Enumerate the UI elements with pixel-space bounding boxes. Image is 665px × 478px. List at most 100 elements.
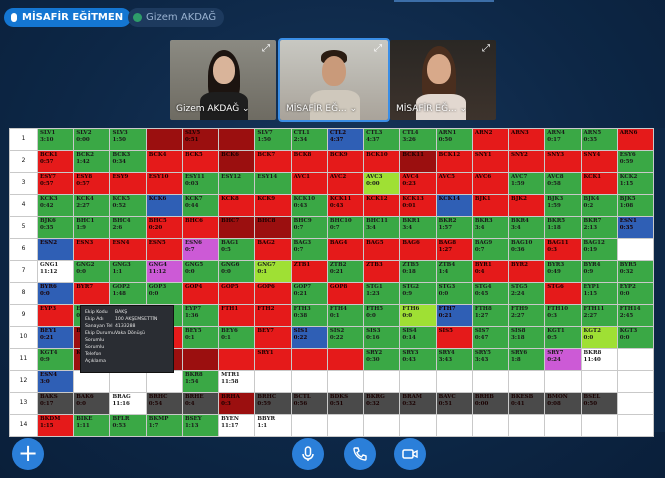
team-cell[interactable]: GOP8 xyxy=(326,282,365,305)
team-cell[interactable] xyxy=(435,370,473,393)
team-cell[interactable]: BKDM 1:15 xyxy=(36,414,75,437)
team-cell[interactable]: BKR1 3:4 xyxy=(399,216,437,239)
team-cell[interactable]: BEY7 xyxy=(254,326,292,349)
team-cell[interactable] xyxy=(326,348,365,371)
team-cell[interactable] xyxy=(109,370,147,393)
team-cell[interactable]: BYR1 0:4 xyxy=(471,260,510,283)
team-cell[interactable]: BCK1 0:57 xyxy=(36,150,75,173)
team-cell[interactable] xyxy=(399,414,437,437)
team-cell[interactable]: AVC4 0:23 xyxy=(399,172,437,195)
team-cell[interactable]: BYR6 0:0 xyxy=(36,282,75,305)
team-cell[interactable]: SRY4 3:43 xyxy=(435,348,473,371)
team-cell[interactable]: SRY6 1:8 xyxy=(508,348,546,371)
team-cell[interactable]: SRY7 0:24 xyxy=(544,348,582,371)
team-cell[interactable]: ZTB3 xyxy=(363,260,401,283)
team-cell[interactable]: ESY9 xyxy=(109,172,147,195)
team-cell[interactable]: BCK5 xyxy=(181,150,220,173)
team-cell[interactable]: BHC8 xyxy=(254,216,292,239)
team-cell[interactable]: BKR5 1:18 xyxy=(544,216,582,239)
team-cell[interactable] xyxy=(616,348,655,371)
team-cell[interactable]: ZTB5 0:18 xyxy=(399,260,437,283)
team-cell[interactable]: SLV1 3:10 xyxy=(36,128,75,151)
team-cell[interactable]: KCK11 0:43 xyxy=(326,194,365,217)
team-cell[interactable]: GOP4 xyxy=(181,282,220,305)
team-cell[interactable]: KGT1 0:5 xyxy=(544,326,582,349)
team-cell[interactable]: ESN5 xyxy=(145,238,183,261)
team-cell[interactable]: BHC6 xyxy=(181,216,220,239)
team-cell[interactable]: ESN4 xyxy=(109,238,147,261)
team-cell[interactable]: GNG3 1:1 xyxy=(109,260,147,283)
team-cell[interactable]: KCK12 xyxy=(363,194,401,217)
team-cell[interactable]: SIS2 0:22 xyxy=(326,326,365,349)
row-number[interactable]: 8 xyxy=(9,282,38,305)
team-cell[interactable]: BAG3 0:7 xyxy=(290,238,328,261)
team-cell[interactable]: AVC1 xyxy=(290,172,328,195)
team-cell[interactable]: SIS8 3:18 xyxy=(508,326,546,349)
row-number[interactable]: 10 xyxy=(9,326,38,349)
team-cell[interactable]: STG2 0:9 xyxy=(399,282,437,305)
team-cell[interactable]: FTH2 xyxy=(254,304,292,327)
team-cell[interactable]: STG4 0:45 xyxy=(471,282,510,305)
team-cell[interactable]: SRY5 3:43 xyxy=(471,348,510,371)
team-cell[interactable]: BCK12 xyxy=(435,150,473,173)
team-cell[interactable]: KGT4 0:9 xyxy=(36,348,75,371)
team-cell[interactable]: SIS3 0:16 xyxy=(363,326,401,349)
team-cell[interactable]: KCK13 0:01 xyxy=(399,194,437,217)
team-cell[interactable] xyxy=(544,370,582,393)
team-cell[interactable]: GNG2 0:0 xyxy=(73,260,111,283)
team-cell[interactable] xyxy=(580,414,618,437)
team-cell[interactable]: ZTB2 0:21 xyxy=(326,260,365,283)
team-cell[interactable]: ARN4 0:17 xyxy=(544,128,582,151)
team-cell[interactable]: BAK6 0:0 xyxy=(73,392,111,415)
team-cell[interactable]: BAVC 0:51 xyxy=(435,392,473,415)
team-cell[interactable]: AVC7 1:59 xyxy=(508,172,546,195)
team-cell[interactable]: KCK1 xyxy=(580,172,618,195)
team-cell[interactable] xyxy=(290,348,328,371)
team-cell[interactable]: FTH11 2:27 xyxy=(580,304,618,327)
team-cell[interactable]: BAG10 0:36 xyxy=(508,238,546,261)
team-cell[interactable]: BEY1 0:21 xyxy=(36,326,75,349)
team-cell[interactable]: BHC7 xyxy=(218,216,256,239)
team-cell[interactable]: BRHC 0:59 xyxy=(254,392,292,415)
team-cell[interactable]: ESN6 0:7 xyxy=(181,238,220,261)
team-cell[interactable] xyxy=(616,238,655,261)
team-cell[interactable]: KCK7 0:44 xyxy=(181,194,220,217)
team-cell[interactable]: BYR5 0:32 xyxy=(616,260,655,283)
team-cell[interactable]: GOP2 1:48 xyxy=(109,282,147,305)
expand-icon[interactable]: ⤢ xyxy=(261,44,271,54)
team-cell[interactable]: CTL1 2:34 xyxy=(290,128,328,151)
presenter-pill[interactable]: MİSAFİR EĞİTMEN xyxy=(4,8,132,27)
team-cell[interactable]: BKMP 1:7 xyxy=(145,414,183,437)
team-cell[interactable]: KCK10 0:43 xyxy=(290,194,328,217)
team-cell[interactable] xyxy=(471,370,510,393)
team-cell[interactable]: BKR4 3:4 xyxy=(508,216,546,239)
team-cell[interactable]: BSEL 0:50 xyxy=(580,392,618,415)
team-cell[interactable]: KGT2 0:0 xyxy=(580,326,618,349)
team-cell[interactable]: KGT3 0:0 xyxy=(616,326,655,349)
team-cell[interactable]: BRHC 0:54 xyxy=(145,392,183,415)
team-cell[interactable]: ZTB1 xyxy=(290,260,328,283)
team-cell[interactable]: SIS7 0:47 xyxy=(471,326,510,349)
team-cell[interactable]: SRY3 0:43 xyxy=(399,348,437,371)
team-cell[interactable]: EYP3 xyxy=(36,304,75,327)
team-cell[interactable]: KCK4 2:27 xyxy=(73,194,111,217)
team-cell[interactable]: CTL4 3:26 xyxy=(399,128,437,151)
participant-pill[interactable]: Gizem AKDAĞ xyxy=(128,8,225,27)
team-cell[interactable]: SLV3 1:50 xyxy=(109,128,147,151)
team-cell[interactable]: KCK3 0:42 xyxy=(36,194,75,217)
team-cell[interactable]: BCTL 0:56 xyxy=(290,392,328,415)
row-number[interactable]: 7 xyxy=(9,260,38,283)
team-cell[interactable] xyxy=(218,128,256,151)
team-cell[interactable]: ESN1 0:35 xyxy=(616,216,655,239)
team-cell[interactable]: BAKS 0:17 xyxy=(36,392,75,415)
expand-icon[interactable]: ⤢ xyxy=(481,44,491,54)
team-cell[interactable]: GOP5 xyxy=(218,282,256,305)
team-cell[interactable] xyxy=(290,370,328,393)
team-cell[interactable]: BCK8 xyxy=(290,150,328,173)
team-cell[interactable]: BAG2 xyxy=(254,238,292,261)
team-cell[interactable]: STG5 2:24 xyxy=(508,282,546,305)
team-cell[interactable]: AVC3 0:00 xyxy=(363,172,401,195)
team-cell[interactable]: BAG6 xyxy=(399,238,437,261)
team-cell[interactable]: AVC5 xyxy=(435,172,473,195)
team-cell[interactable]: ESY8 0:57 xyxy=(73,172,111,195)
